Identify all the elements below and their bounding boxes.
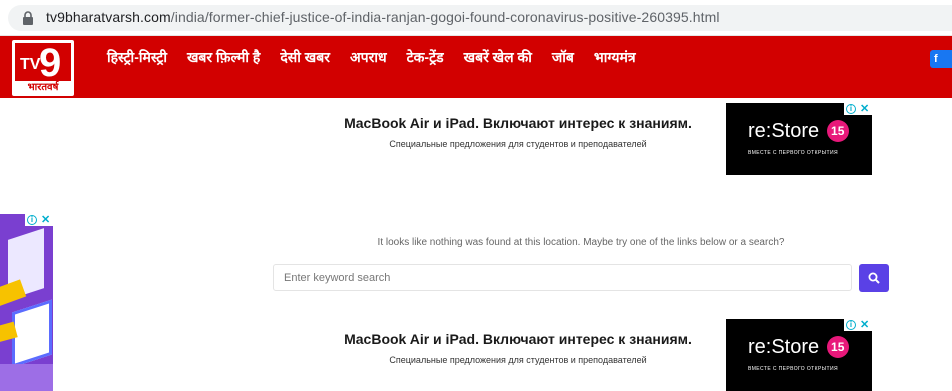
page: tv9bharatvarsh.com/india/former-chief-ju… [0,0,952,391]
facebook-icon[interactable]: f [930,50,952,68]
ad-illustration-laptop [12,299,52,368]
ad-banner-bottom[interactable]: MacBook Air и iPad. Включают интерес к з… [310,319,872,391]
brand-badge: 15 [826,336,849,358]
side-ad[interactable]: i ✕ [0,214,53,391]
site-logo[interactable]: TV 9 भारतवर्ष [12,40,74,96]
logo-subtitle: भारतवर्ष [27,82,59,93]
nav-item-sports[interactable]: खबरें खेल की [464,48,532,68]
adchoices: i ✕ [844,103,872,115]
lock-icon[interactable] [22,11,34,25]
ad-title[interactable]: MacBook Air и iPad. Включают интерес к з… [310,115,726,131]
ad-subtitle: Специальные предложения для студентов и … [389,355,647,365]
ad-close-icon[interactable]: ✕ [860,103,869,115]
side-ad-close-icon[interactable]: ✕ [41,214,50,226]
ad-info-icon[interactable]: i [846,320,856,330]
brand-name-text: re:Store [748,336,820,358]
site-header: TV 9 भारतवर्ष हिस्ट्री-मिस्ट्री खबर फ़िल… [0,36,952,98]
url-domain: tv9bharatvarsh.com [46,9,171,25]
nav-item-history-mystery[interactable]: हिस्ट्री-मिस्ट्री [107,48,167,68]
logo-tv-text: TV [20,56,41,73]
logo-mark: TV 9 [15,41,71,85]
nav-item-crime[interactable]: अपराध [350,48,387,68]
ad-text: MacBook Air и iPad. Включают интерес к з… [310,331,726,365]
search-button[interactable] [859,264,889,292]
url-text[interactable]: tv9bharatvarsh.com/india/former-chief-ju… [46,9,720,25]
nav-item-horoscope[interactable]: भाग्यमंत्र [594,48,636,68]
nav-item-tech-trend[interactable]: टेक-ट्रेंड [407,48,444,68]
search-icon [868,272,880,284]
ad-title[interactable]: MacBook Air и iPad. Включают интерес к з… [310,331,726,347]
nav-item-national-news[interactable]: देसी खबर [280,48,330,68]
url-path: /india/former-chief-justice-of-india-ran… [170,9,720,25]
side-ad-info-icon[interactable]: i [27,215,37,225]
brand-tagline: ВМЕСТЕ С ПЕРВОГО ОТКРЫТИЯ [748,366,838,372]
side-adchoices: i ✕ [25,214,53,226]
ad-subtitle: Специальные предложения для студентов и … [389,139,647,149]
nav-item-jobs[interactable]: जॉब [552,48,574,68]
not-found-message: It looks like nothing was found at this … [377,237,785,248]
nav-item-film-news[interactable]: खबर फ़िल्मी है [187,48,260,68]
ad-info-icon[interactable]: i [846,104,856,114]
main-nav: हिस्ट्री-मिस्ट्री खबर फ़िल्मी है देसी खब… [107,48,656,68]
brand-name: re:Store 15 [748,120,849,143]
search-input[interactable] [273,264,852,291]
brand-name-text: re:Store [748,120,820,142]
ad-illustration-base [0,364,53,391]
brand-badge: 15 [826,120,849,142]
ad-close-icon[interactable]: ✕ [860,319,869,331]
brand-tagline: ВМЕСТЕ С ПЕРВОГО ОТКРЫТИЯ [748,150,838,156]
ad-banner-top[interactable]: MacBook Air и iPad. Включают интерес к з… [310,103,872,175]
ad-text: MacBook Air и iPad. Включают интерес к з… [310,115,726,149]
address-bar: tv9bharatvarsh.com/india/former-chief-ju… [0,0,952,36]
adchoices: i ✕ [844,319,872,331]
brand-name: re:Store 15 [748,336,849,359]
logo-number: 9 [39,41,62,85]
